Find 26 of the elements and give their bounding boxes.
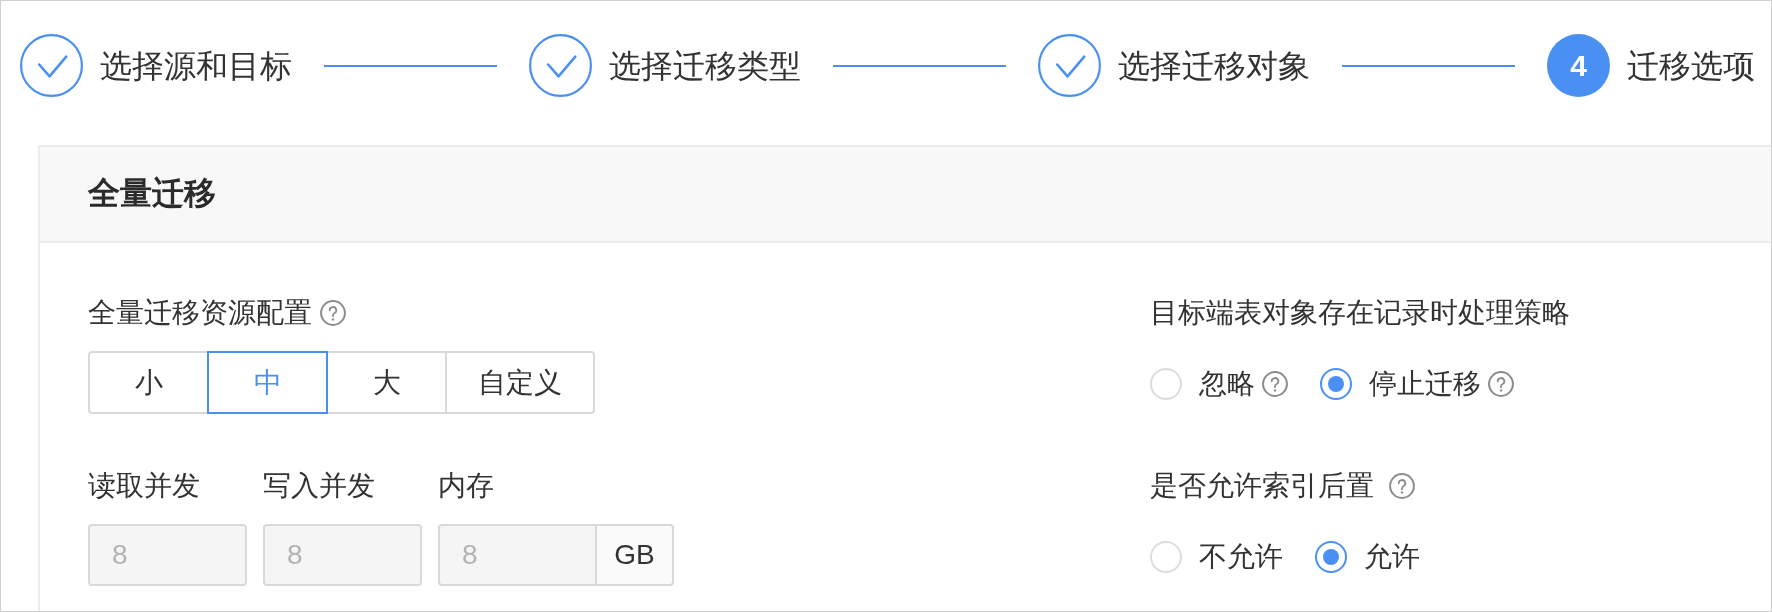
step-label: 迁移选项: [1627, 46, 1755, 86]
field-label: 写入并发: [263, 469, 375, 503]
help-icon[interactable]: [1488, 371, 1514, 397]
field-label: 内存: [438, 469, 494, 503]
help-icon[interactable]: [1389, 473, 1415, 499]
section-title: 全量迁移: [88, 174, 216, 213]
step-number: 4: [1547, 34, 1610, 97]
radio-button[interactable]: [1315, 541, 1347, 573]
help-icon[interactable]: [1262, 371, 1288, 397]
radio-label[interactable]: 允许: [1364, 538, 1420, 576]
radio-button[interactable]: [1320, 368, 1352, 400]
size-option[interactable]: 大: [326, 351, 447, 414]
size-option[interactable]: 自定义: [445, 351, 595, 414]
step-label: 选择源和目标: [100, 46, 292, 86]
size-option[interactable]: 小: [88, 351, 209, 414]
setting-label: 是否允许索引后置: [1150, 469, 1374, 503]
radio-label[interactable]: 不允许: [1199, 538, 1283, 576]
radio-label[interactable]: 忽略: [1199, 365, 1255, 403]
radio-label[interactable]: 停止迁移: [1369, 365, 1481, 403]
step-label: 选择迁移对象: [1118, 46, 1310, 86]
step-label: 选择迁移类型: [609, 46, 801, 86]
setting-label: 全量迁移资源配置: [88, 296, 312, 330]
setting-label: 目标端表对象存在记录时处理策略: [1150, 296, 1570, 330]
unit-addon: GB: [597, 524, 674, 586]
help-icon[interactable]: [320, 300, 346, 326]
field-label: 读取并发: [88, 469, 200, 503]
